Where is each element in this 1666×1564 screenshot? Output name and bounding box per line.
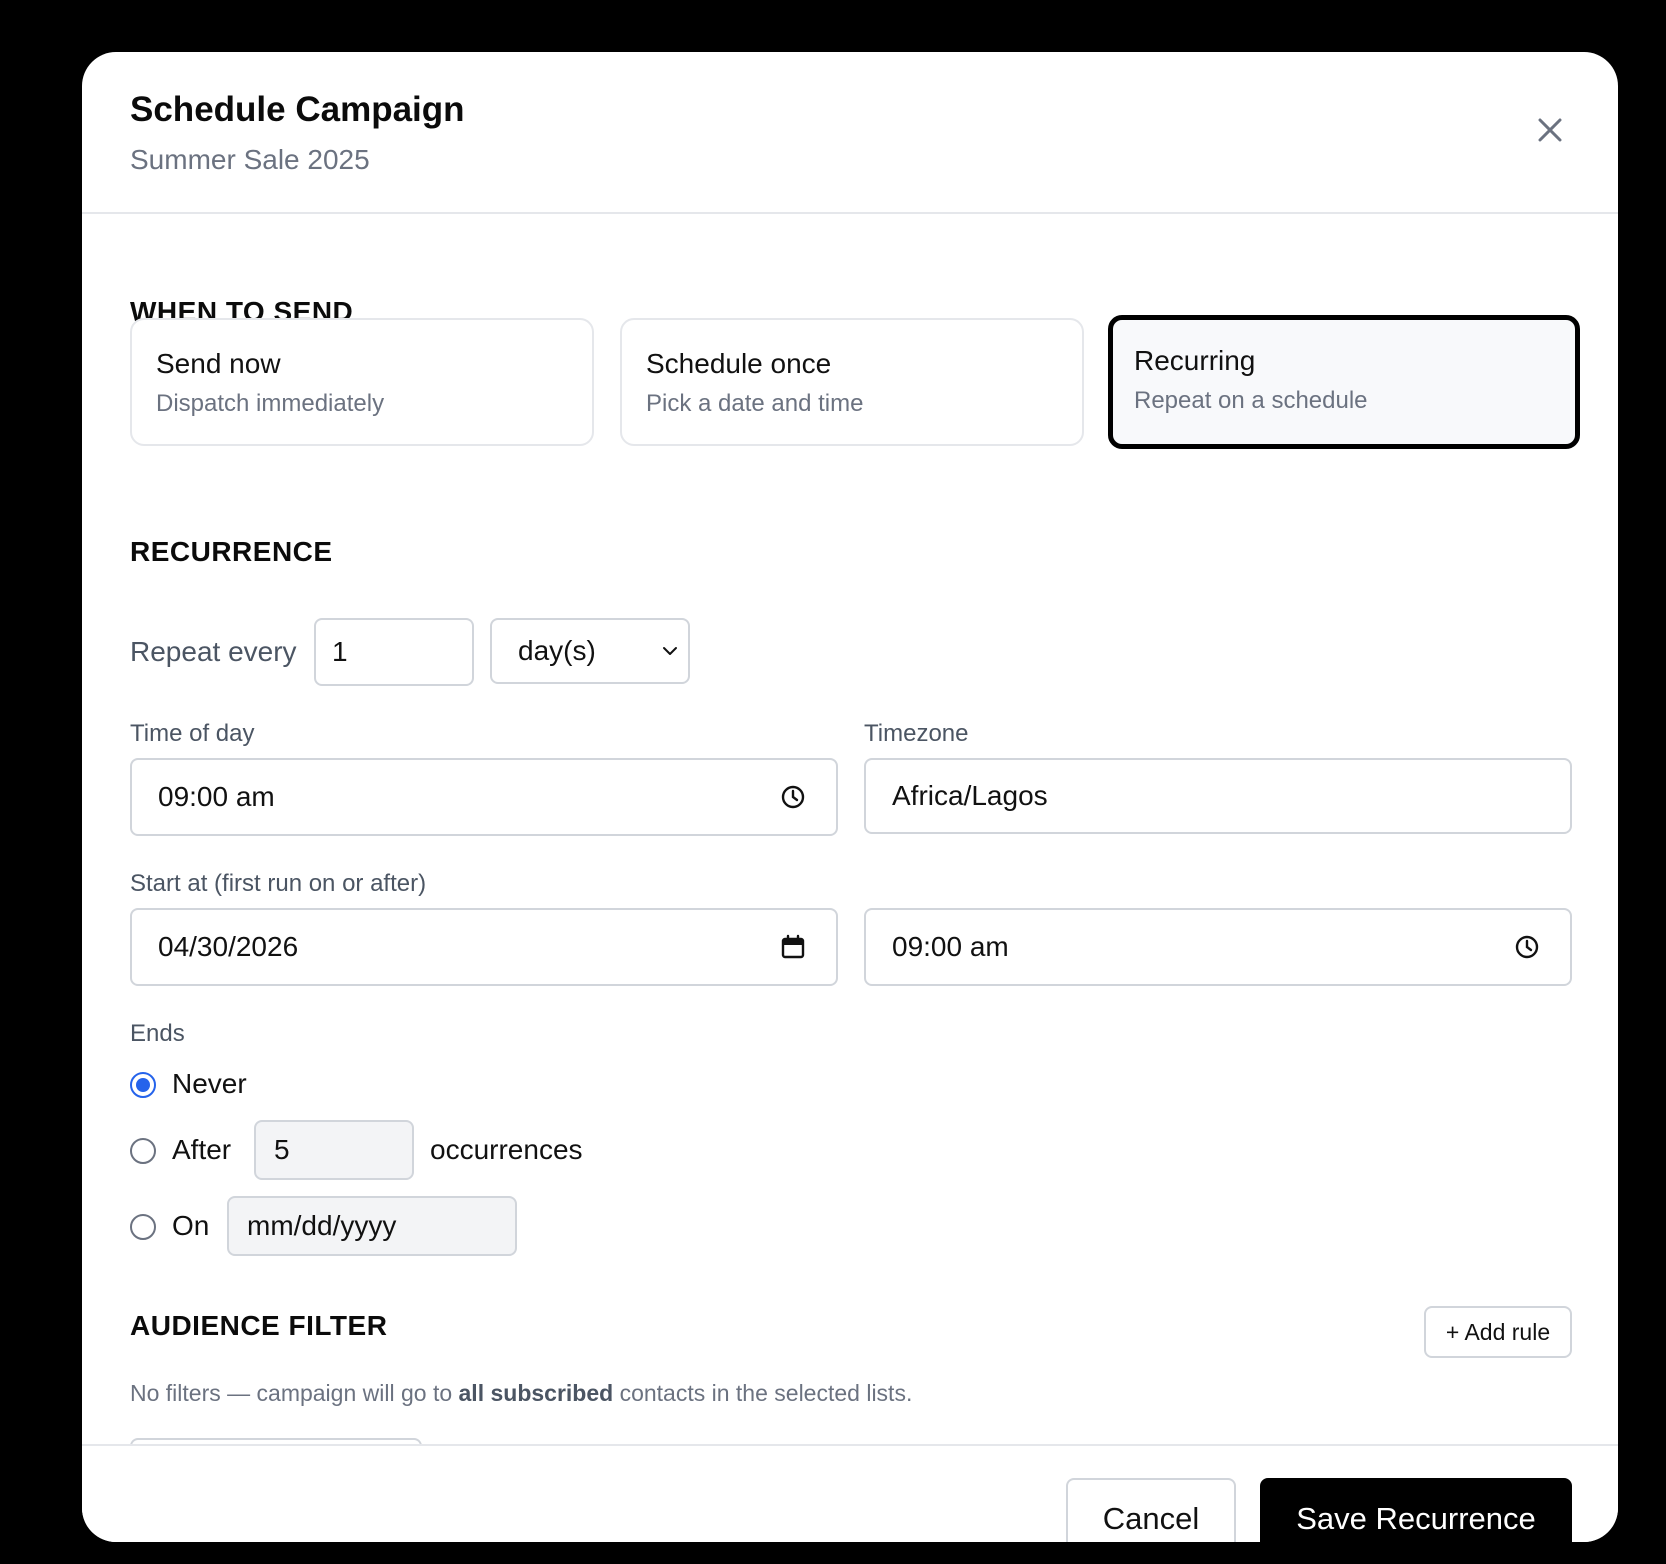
ends-on-date-input[interactable]: mm/dd/yyyy (227, 1196, 517, 1256)
time-of-day-input[interactable]: 09:00 am (130, 758, 838, 836)
hint-suffix: contacts in the selected lists. (613, 1380, 913, 1406)
option-title: Recurring (1134, 345, 1256, 376)
ends-never-radio[interactable] (130, 1072, 156, 1098)
time-of-day-label: Time of day (130, 720, 255, 747)
timezone-label: Timezone (864, 720, 969, 747)
recurrence-heading: RECURRENCE (130, 536, 333, 567)
ends-on-date-placeholder: mm/dd/yyyy (247, 1210, 397, 1241)
dialog-header: Schedule Campaign Summer Sale 2025 (82, 52, 1618, 214)
start-date-value: 04/30/2026 (158, 931, 299, 962)
hint-bold: all subscribed (458, 1380, 614, 1406)
start-at-label: Start at (first run on or after) (130, 870, 427, 897)
ends-after-label: After (172, 1134, 232, 1165)
add-rule-button[interactable]: + Add rule (1424, 1306, 1572, 1358)
option-recurring[interactable]: Recurring Repeat on a schedule (1108, 315, 1580, 449)
chevron-down-icon (663, 647, 677, 655)
start-date-input[interactable]: 04/30/2026 (130, 908, 838, 986)
hint-prefix: No filters — campaign will go to (130, 1380, 459, 1406)
option-description: Repeat on a schedule (1134, 387, 1368, 414)
option-title: Send now (156, 348, 281, 379)
ends-on-label: On (172, 1210, 210, 1241)
occurrences-label: occurrences (430, 1134, 583, 1165)
ends-label: Ends (130, 1020, 185, 1047)
cancel-button[interactable]: Cancel (1066, 1478, 1236, 1542)
repeat-unit-select[interactable]: day(s) (490, 618, 690, 684)
audience-filter-hint: No filters — campaign will go to all sub… (130, 1380, 912, 1407)
repeat-every-label: Repeat every (130, 636, 297, 667)
option-title: Schedule once (646, 348, 832, 379)
dialog-body: WHEN TO SEND Send now Dispatch immediate… (82, 216, 1618, 1444)
ends-on-radio[interactable] (130, 1214, 156, 1240)
audience-filter-heading: AUDIENCE FILTER (130, 1310, 388, 1341)
start-time-value: 09:00 am (892, 931, 1009, 962)
dialog-title: Schedule Campaign (130, 90, 465, 129)
option-send-now[interactable]: Send now Dispatch immediately (130, 318, 594, 446)
time-of-day-value: 09:00 am (158, 781, 275, 812)
option-schedule-once[interactable]: Schedule once Pick a date and time (620, 318, 1084, 446)
timezone-value: Africa/Lagos (892, 780, 1048, 811)
timezone-input[interactable]: Africa/Lagos (864, 758, 1572, 834)
clock-icon[interactable] (780, 784, 806, 810)
repeat-interval-value: 1 (332, 636, 348, 667)
ends-after-radio[interactable] (130, 1138, 156, 1164)
option-description: Dispatch immediately (156, 390, 385, 417)
clock-icon[interactable] (1514, 934, 1540, 960)
option-description: Pick a date and time (646, 390, 864, 417)
calendar-icon[interactable] (780, 934, 806, 960)
start-time-input[interactable]: 09:00 am (864, 908, 1572, 986)
dialog-subtitle: Summer Sale 2025 (130, 144, 370, 175)
dialog-footer: Cancel Save Recurrence (82, 1444, 1618, 1542)
schedule-campaign-dialog: Schedule Campaign Summer Sale 2025 WHEN … (82, 52, 1618, 1542)
ends-after-count-input[interactable]: 5 (254, 1120, 414, 1180)
ends-never-label: Never (172, 1068, 247, 1099)
repeat-interval-input[interactable]: 1 (314, 618, 474, 686)
ends-after-count-value: 5 (274, 1134, 290, 1165)
save-recurrence-button[interactable]: Save Recurrence (1260, 1478, 1572, 1542)
close-icon[interactable] (1532, 112, 1568, 148)
